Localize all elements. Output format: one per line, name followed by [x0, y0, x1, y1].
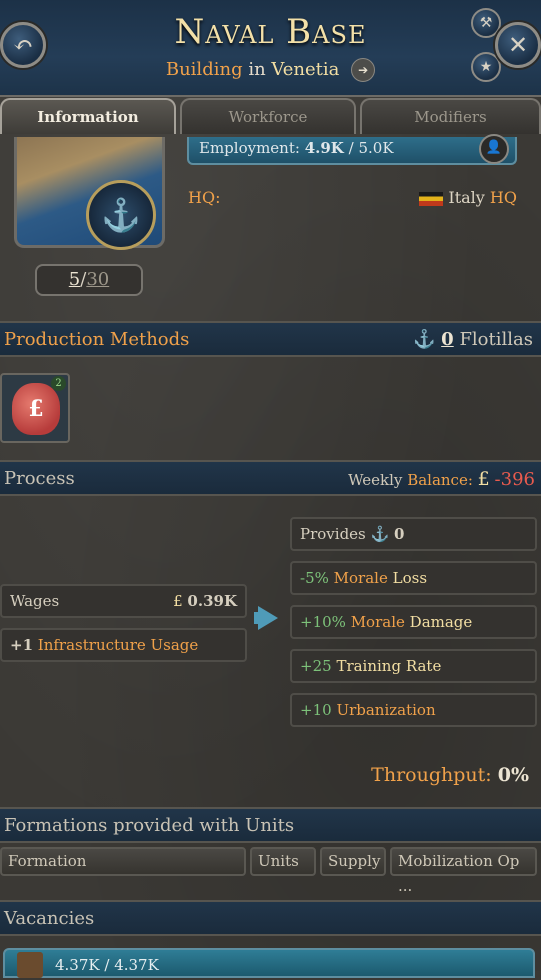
subtitle-in: in	[248, 59, 266, 80]
worker-icon	[17, 952, 43, 978]
hq-suffix: HQ	[489, 188, 517, 207]
employment-max: 5.0K	[358, 139, 394, 157]
header: ↶ Naval Base Building in Venetia ➔ ⚒ ★ ✕	[0, 0, 541, 97]
throughput[interactable]: Throughput: 0%	[371, 764, 529, 786]
hq-value[interactable]: Italy HQ	[419, 188, 517, 207]
output-morale-loss[interactable]: -5% Morale Loss	[290, 561, 537, 595]
page-title: Naval Base	[174, 12, 367, 52]
building-level[interactable]: 5/30	[35, 264, 143, 296]
provides-value: 0	[394, 525, 405, 543]
tab-modifiers[interactable]: Modifiers	[360, 98, 541, 134]
tab-workforce[interactable]: Workforce	[180, 98, 356, 134]
production-method-button[interactable]: £ 2	[0, 373, 70, 443]
output-value: +25	[300, 657, 332, 675]
output-value: -5%	[300, 569, 329, 587]
process-arrow-icon	[258, 606, 278, 630]
hq-label: HQ:	[188, 188, 221, 207]
column-units[interactable]: Units	[250, 847, 316, 876]
currency-icon: £	[173, 592, 183, 610]
output-rest: Loss	[392, 569, 428, 587]
vacancy-value: 4.37K / 4.37K	[55, 956, 159, 974]
input-infrastructure[interactable]: +1 Infrastructure Usage	[0, 628, 247, 662]
anchor-icon: ⚓	[86, 180, 156, 250]
level-current: 5	[68, 269, 81, 290]
process-header: Process Weekly Balance: £ -396	[0, 460, 541, 496]
vacancy-row[interactable]: 4.37K / 4.37K	[3, 948, 535, 978]
balance-label: Balance:	[407, 471, 473, 489]
flotillas-label: Flotillas	[459, 329, 533, 350]
employment-label: Employment:	[199, 139, 300, 157]
wages-amount: £ 0.39K	[173, 586, 237, 616]
pop-icon: 👤	[479, 134, 509, 164]
italy-flag-icon	[419, 191, 444, 206]
output-key: Morale	[333, 569, 388, 587]
output-rest: Damage	[409, 613, 473, 631]
output-key: Urbanization	[336, 701, 436, 719]
throughput-label: Throughput:	[371, 764, 492, 786]
tab-bar: Information Workforce Modifiers	[0, 95, 541, 137]
employment-sep: /	[348, 139, 354, 157]
infrastructure-value: +1	[10, 636, 34, 654]
level-max: 30	[86, 269, 110, 290]
wages-label: Wages	[10, 592, 60, 610]
throughput-value: 0%	[497, 764, 529, 786]
weekly-balance: Weekly Balance: £ -396	[348, 468, 535, 490]
building-type: Building	[165, 59, 243, 80]
page-subtitle: Building in Venetia ➔	[0, 58, 541, 82]
hq-country: Italy	[448, 188, 485, 207]
column-formation[interactable]: Formation	[0, 847, 246, 876]
flotillas-count[interactable]: ⚓ 0 Flotillas	[413, 329, 533, 350]
go-to-location-icon[interactable]: ➔	[351, 58, 376, 82]
infrastructure-label: Infrastructure Usage	[37, 636, 199, 654]
weekly-label: Weekly	[348, 471, 403, 489]
method-count-badge: 2	[51, 376, 66, 391]
vacancies-title: Vacancies	[4, 908, 95, 929]
location-link[interactable]: Venetia	[271, 59, 339, 80]
formations-header: Formations provided with Units	[0, 807, 541, 843]
column-supply[interactable]: Supply	[320, 847, 386, 876]
close-icon[interactable]: ✕	[495, 22, 541, 68]
wages-value: 0.39K	[187, 592, 237, 610]
provides-label: Provides	[300, 525, 366, 543]
output-urbanization[interactable]: +10 Urbanization	[290, 693, 537, 727]
output-value: +10%	[300, 613, 346, 631]
output-morale-damage[interactable]: +10% Morale Damage	[290, 605, 537, 639]
balance-value: -396	[494, 469, 535, 490]
input-wages[interactable]: Wages £ 0.39K	[0, 584, 247, 618]
flotillas-value: 0	[441, 329, 454, 350]
output-rest: Training Rate	[336, 657, 442, 675]
output-key: Morale	[350, 613, 405, 631]
vacancies-header: Vacancies	[0, 900, 541, 936]
column-mobilization[interactable]: Mobilization Op ...	[390, 847, 537, 895]
flotilla-icon: ⚓	[413, 329, 436, 350]
output-value: +10	[300, 701, 332, 719]
tab-information[interactable]: Information	[0, 98, 176, 134]
production-methods-header: Production Methods ⚓ 0 Flotillas	[0, 321, 541, 357]
flotilla-icon: ⚓	[370, 525, 390, 543]
output-provides[interactable]: Provides ⚓ 0	[290, 517, 537, 551]
output-training-rate[interactable]: +25 Training Rate	[290, 649, 537, 683]
star-icon[interactable]: ★	[471, 52, 501, 82]
hammer-icon[interactable]: ⚒	[471, 8, 501, 38]
money-bag-icon: £	[12, 383, 60, 435]
employment-current: 4.9K	[304, 139, 344, 157]
process-title: Process	[4, 468, 75, 489]
formations-title: Formations provided with Units	[4, 815, 295, 836]
currency-icon: £	[477, 468, 490, 490]
employment-bar[interactable]: Employment: 4.9K / 5.0K 👤	[187, 134, 517, 165]
production-methods-title: Production Methods	[4, 329, 190, 350]
